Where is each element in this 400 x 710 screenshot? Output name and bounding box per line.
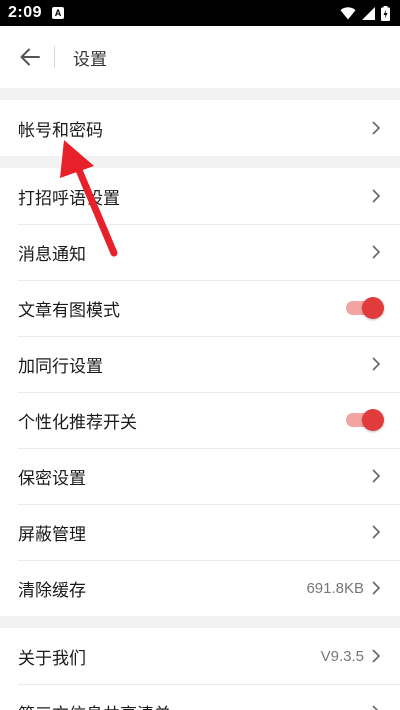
cache-size-value: 691.8KB (306, 579, 364, 597)
setting-label: 帐号和密码 (18, 120, 103, 141)
setting-row-account-password[interactable]: 帐号和密码 (0, 100, 400, 156)
setting-label: 加同行设置 (18, 356, 103, 377)
setting-label: 清除缓存 (18, 580, 86, 601)
page-title: 设置 (73, 49, 107, 70)
arrow-left-icon (20, 48, 40, 66)
back-button[interactable] (0, 26, 48, 88)
toggle-thumb (362, 297, 384, 319)
chevron-right-icon (372, 469, 381, 483)
chevron-right-icon (372, 189, 381, 203)
setting-row-greeting[interactable]: 打招呼语设置 (0, 168, 400, 224)
notification-icon: A (52, 7, 65, 19)
version-value: V9.3.5 (320, 647, 364, 665)
app-header: 设置 (0, 26, 400, 88)
chevron-right-icon (372, 525, 381, 539)
setting-row-privacy[interactable]: 保密设置 (0, 448, 400, 504)
image-mode-toggle[interactable] (346, 296, 384, 320)
setting-row-peer[interactable]: 加同行设置 (0, 336, 400, 392)
chevron-right-icon (372, 649, 381, 663)
setting-label: 打招呼语设置 (18, 188, 120, 209)
setting-label: 文章有图模式 (18, 300, 120, 321)
setting-label: 个性化推荐开关 (18, 412, 137, 433)
setting-row-personalized-recommendation: 个性化推荐开关 (0, 392, 400, 448)
chevron-right-icon (372, 581, 381, 595)
setting-label: 关于我们 (18, 648, 86, 669)
setting-row-about-us[interactable]: 关于我们 V9.3.5 (0, 628, 400, 684)
signal-icon (362, 6, 375, 20)
toggle-thumb (362, 409, 384, 431)
header-divider (54, 46, 55, 68)
wifi-icon (340, 6, 356, 19)
status-time: 2:09 (8, 4, 43, 21)
setting-row-block-management[interactable]: 屏蔽管理 (0, 504, 400, 560)
group-gap (0, 616, 400, 628)
settings-group-about: 关于我们 V9.3.5 第三方信息共享清单 (0, 628, 400, 710)
setting-label: 第三方信息共享清单 (18, 700, 171, 710)
setting-row-third-party-sharing[interactable]: 第三方信息共享清单 (0, 684, 400, 710)
setting-row-clear-cache[interactable]: 清除缓存 691.8KB (0, 560, 400, 616)
settings-group-account: 帐号和密码 (0, 100, 400, 156)
status-icons (340, 5, 390, 21)
chevron-right-icon (372, 121, 381, 135)
chevron-right-icon (372, 705, 379, 710)
personalized-recommendation-toggle[interactable] (346, 408, 384, 432)
settings-group-main: 打招呼语设置 消息通知 文章有图模式 加同行设置 个性化推荐开关 保密设置 屏蔽… (0, 168, 400, 616)
group-gap (0, 88, 400, 100)
chevron-right-icon (372, 357, 381, 371)
setting-row-image-mode: 文章有图模式 (0, 280, 400, 336)
group-gap (0, 156, 400, 168)
setting-label: 消息通知 (18, 244, 86, 265)
setting-label: 保密设置 (18, 468, 86, 489)
setting-row-notifications[interactable]: 消息通知 (0, 224, 400, 280)
battery-charging-icon (381, 5, 390, 21)
setting-label: 屏蔽管理 (18, 524, 86, 545)
chevron-right-icon (372, 245, 381, 259)
status-bar: 2:09 A (0, 0, 400, 26)
